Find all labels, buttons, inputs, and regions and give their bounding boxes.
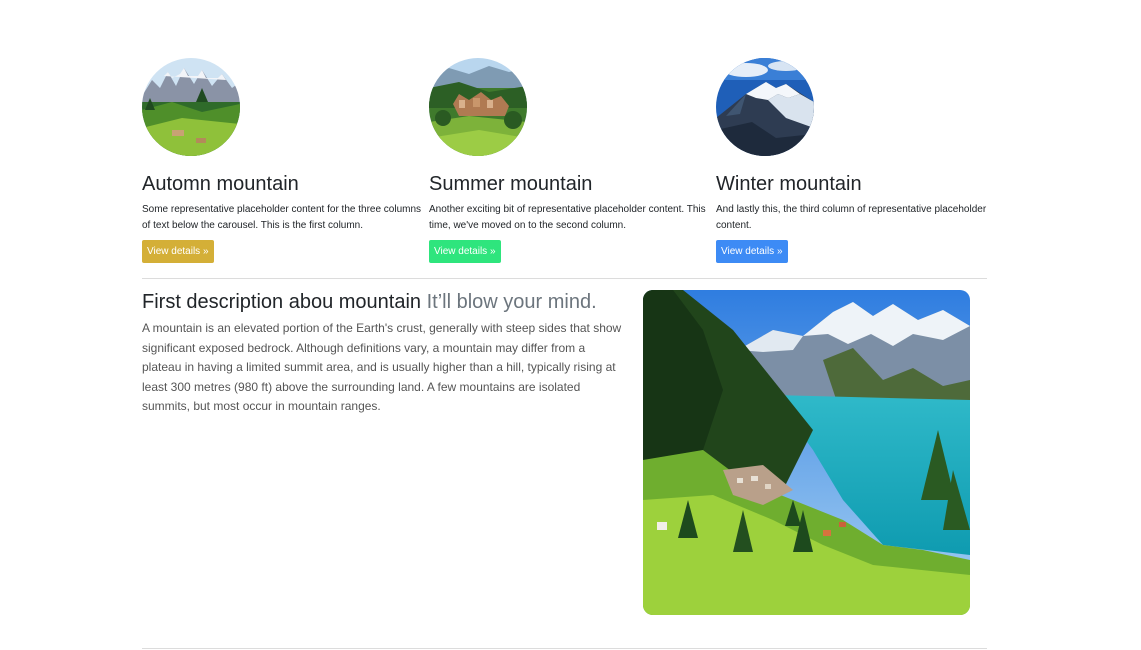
marketing-columns: Automn mountain Some representative plac… <box>142 58 987 263</box>
featurette-heading-main: First description abou mountain <box>142 291 422 313</box>
column-title: Winter mountain <box>716 173 862 195</box>
autumn-mountain-image <box>142 58 240 156</box>
column-text: Another exciting bit of representative p… <box>429 204 706 231</box>
column-summer: Summer mountain Another exciting bit of … <box>429 58 709 263</box>
column-winter: Winter mountain And lastly this, the thi… <box>716 58 996 263</box>
column-autumn: Automn mountain Some representative plac… <box>142 58 422 263</box>
mountain-photo-autumn-icon <box>142 58 240 156</box>
column-title: Summer mountain <box>429 173 593 195</box>
featurette-text: First description abou mountain It’ll bl… <box>142 290 627 417</box>
featurette-divider-bottom <box>142 648 987 649</box>
view-details-button[interactable]: View details » <box>142 240 214 263</box>
column-text: Some representative placeholder content … <box>142 204 422 231</box>
summer-mountain-image <box>429 58 527 156</box>
snowy-peak-photo-winter-icon <box>716 58 814 156</box>
featurette-heading: First description abou mountain It’ll bl… <box>142 290 627 314</box>
view-details-button[interactable]: View details » <box>429 240 501 263</box>
featurette-heading-muted: It’ll blow your mind. <box>426 291 597 313</box>
featurette-divider <box>142 278 987 279</box>
mountain-village-photo-summer-icon <box>429 58 527 156</box>
column-title: Automn mountain <box>142 173 299 195</box>
view-details-button[interactable]: View details » <box>716 240 788 263</box>
mountain-lake-photo-icon <box>643 290 970 615</box>
featurette-image <box>643 290 970 615</box>
featurette-body: A mountain is an elevated portion of the… <box>142 321 622 414</box>
column-text: And lastly this, the third column of rep… <box>716 204 987 231</box>
page: Automn mountain Some representative plac… <box>0 0 1141 650</box>
winter-mountain-image <box>716 58 814 156</box>
